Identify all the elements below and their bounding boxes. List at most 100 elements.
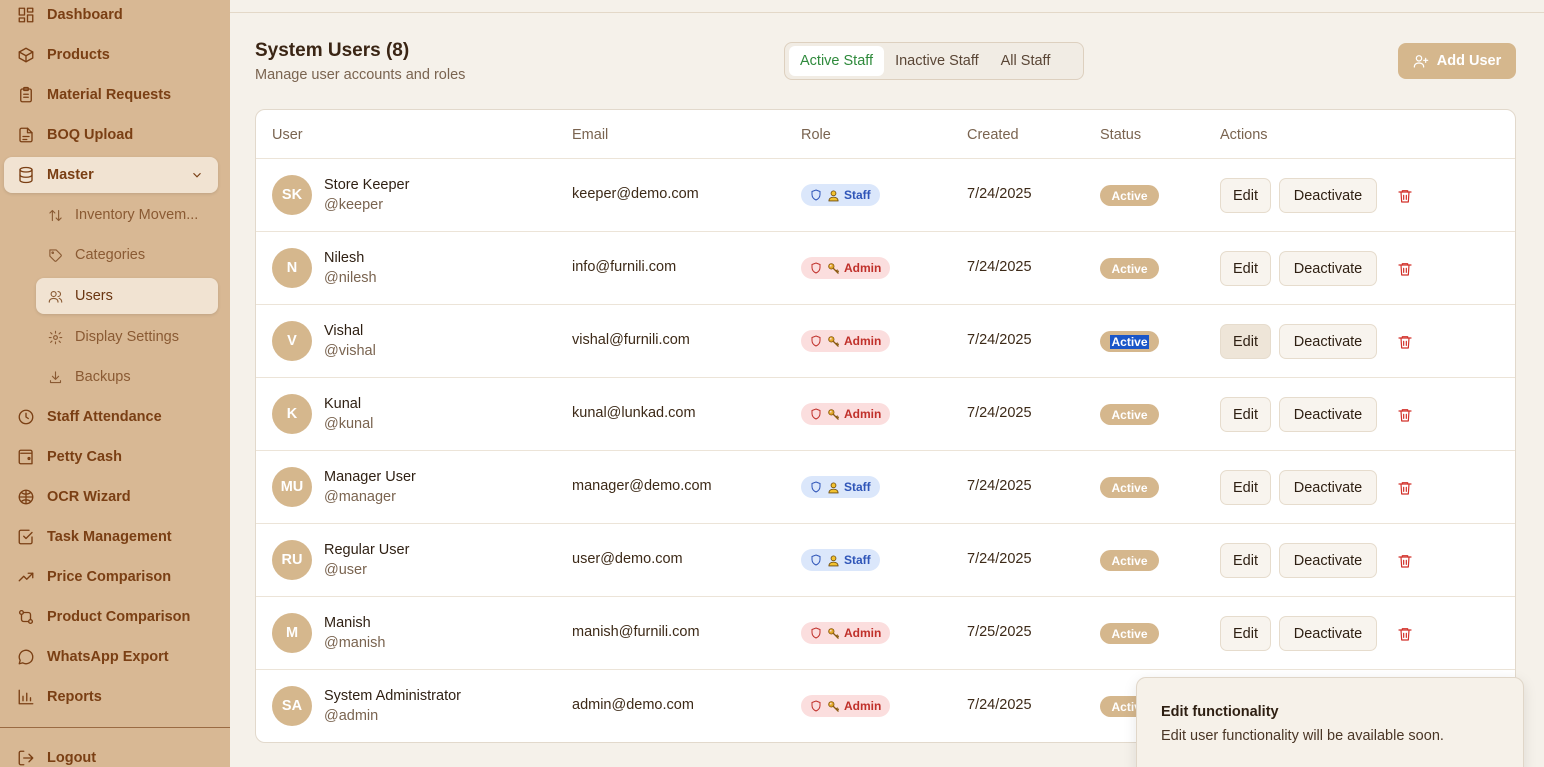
avatar: N — [272, 248, 312, 288]
edit-button[interactable]: Edit — [1220, 470, 1271, 505]
sidebar-item-logout[interactable]: Logout — [4, 740, 218, 767]
sidebar-item-reports[interactable]: Reports — [4, 679, 218, 715]
toast-notification: Edit functionality Edit user functionali… — [1136, 677, 1524, 767]
user-name: Nilesh — [324, 250, 365, 266]
user-name: Manish — [324, 615, 371, 631]
user-plus-icon — [1413, 55, 1429, 68]
sidebar: Dashboard Products Material Requests BOQ… — [0, 0, 230, 767]
user-name: System Administrator — [324, 688, 461, 704]
status-label: Active — [1111, 553, 1148, 568]
column-header-email: Email — [572, 127, 609, 143]
trash-icon — [1397, 261, 1413, 277]
trash-icon — [1397, 553, 1413, 569]
edit-button[interactable]: Edit — [1220, 543, 1271, 578]
column-header-role: Role — [801, 127, 831, 143]
sidebar-item-boq-upload[interactable]: BOQ Upload — [4, 117, 218, 153]
delete-button[interactable] — [1394, 477, 1416, 499]
sidebar-item-material-requests[interactable]: Material Requests — [4, 77, 218, 113]
sidebar-item-display-settings[interactable]: Display Settings — [36, 319, 218, 355]
role-badge: Staff — [801, 476, 880, 498]
avatar: MU — [272, 467, 312, 507]
sidebar-item-inventory-movement[interactable]: Inventory Movem... — [36, 197, 218, 233]
sidebar-item-task-management[interactable]: Task Management — [4, 519, 218, 555]
delete-button[interactable] — [1394, 404, 1416, 426]
sidebar-item-label: Material Requests — [47, 87, 172, 103]
user-email: manish@furnili.com — [572, 624, 700, 640]
delete-button[interactable] — [1394, 258, 1416, 280]
edit-button[interactable]: Edit — [1220, 178, 1271, 213]
sidebar-item-staff-attendance[interactable]: Staff Attendance — [4, 399, 218, 435]
logout-icon — [16, 748, 36, 767]
sidebar-item-ocr-wizard[interactable]: OCR Wizard — [4, 479, 218, 515]
key-icon — [827, 700, 840, 713]
edit-button[interactable]: Edit — [1220, 616, 1271, 651]
git-compare-icon — [16, 607, 36, 627]
user-email: kunal@lunkad.com — [572, 405, 696, 421]
deactivate-button[interactable]: Deactivate — [1279, 616, 1377, 651]
status-label: Active — [1111, 626, 1148, 641]
sidebar-divider — [0, 727, 230, 728]
shield-icon — [810, 335, 822, 347]
add-user-button[interactable]: Add User — [1398, 43, 1516, 79]
shield-icon — [810, 627, 822, 639]
arrows-updown-icon — [48, 207, 64, 223]
deactivate-button[interactable]: Deactivate — [1279, 324, 1377, 359]
created-date: 7/24/2025 — [967, 332, 1032, 348]
sidebar-item-price-comparison[interactable]: Price Comparison — [4, 559, 218, 595]
role-label: Staff — [844, 188, 871, 202]
user-handle: @manish — [324, 635, 386, 651]
column-header-created: Created — [967, 127, 1019, 143]
deactivate-button[interactable]: Deactivate — [1279, 543, 1377, 578]
user-handle: @kunal — [324, 416, 374, 432]
sidebar-item-label: Users — [75, 288, 113, 304]
tab-inactive-staff[interactable]: Inactive Staff — [884, 46, 990, 76]
sidebar-item-products[interactable]: Products — [4, 37, 218, 73]
column-header-user: User — [272, 127, 303, 143]
person-icon — [827, 554, 840, 567]
table-row: SK Store Keeper @keeper keeper@demo.com Staf… — [256, 159, 1515, 232]
role-badge: Admin — [801, 695, 891, 717]
status-label: Active — [1110, 334, 1149, 349]
tab-active-staff[interactable]: Active Staff — [789, 46, 885, 76]
shield-icon — [810, 700, 822, 712]
deactivate-button[interactable]: Deactivate — [1279, 470, 1377, 505]
table-row: V Vishal @vishal vishal@furnili.com Admin 7/2… — [256, 305, 1515, 378]
sidebar-item-label: OCR Wizard — [47, 489, 131, 505]
user-name: Regular User — [324, 542, 410, 558]
table-row: M Manish @manish manish@furnili.com Admin 7/2… — [256, 597, 1515, 670]
sidebar-item-petty-cash[interactable]: Petty Cash — [4, 439, 218, 475]
column-header-status: Status — [1100, 127, 1142, 143]
edit-button[interactable]: Edit — [1220, 324, 1271, 359]
user-name: Vishal — [324, 323, 364, 339]
user-email: info@furnili.com — [572, 259, 677, 275]
clock-icon — [16, 407, 36, 427]
deactivate-button[interactable]: Deactivate — [1279, 251, 1377, 286]
sidebar-item-dashboard[interactable]: Dashboard — [4, 0, 218, 33]
table-row: N Nilesh @nilesh info@furnili.com Admin 7/24/… — [256, 232, 1515, 305]
clipboard-icon — [16, 85, 36, 105]
dashboard-icon — [16, 5, 36, 25]
delete-button[interactable] — [1394, 550, 1416, 572]
deactivate-button[interactable]: Deactivate — [1279, 178, 1377, 213]
deactivate-button[interactable]: Deactivate — [1279, 397, 1377, 432]
edit-button[interactable]: Edit — [1220, 251, 1271, 286]
delete-button[interactable] — [1394, 623, 1416, 645]
sidebar-item-users[interactable]: Users — [36, 278, 218, 314]
sidebar-item-backups[interactable]: Backups — [36, 359, 218, 395]
tab-all-staff[interactable]: All Staff — [990, 46, 1062, 76]
sidebar-item-whatsapp-export[interactable]: WhatsApp Export — [4, 639, 218, 675]
download-icon — [48, 369, 64, 385]
sidebar-item-master[interactable]: Master — [4, 157, 218, 193]
role-badge: Admin — [801, 403, 891, 425]
tag-icon — [48, 247, 64, 263]
sidebar-item-product-comparison[interactable]: Product Comparison — [4, 599, 218, 635]
database-icon — [16, 165, 36, 185]
user-name: Manager User — [324, 469, 416, 485]
edit-button[interactable]: Edit — [1220, 397, 1271, 432]
sidebar-item-label: Display Settings — [75, 329, 179, 345]
role-badge: Admin — [801, 622, 891, 644]
delete-button[interactable] — [1394, 185, 1416, 207]
created-date: 7/24/2025 — [967, 186, 1032, 202]
delete-button[interactable] — [1394, 331, 1416, 353]
sidebar-item-categories[interactable]: Categories — [36, 237, 218, 273]
